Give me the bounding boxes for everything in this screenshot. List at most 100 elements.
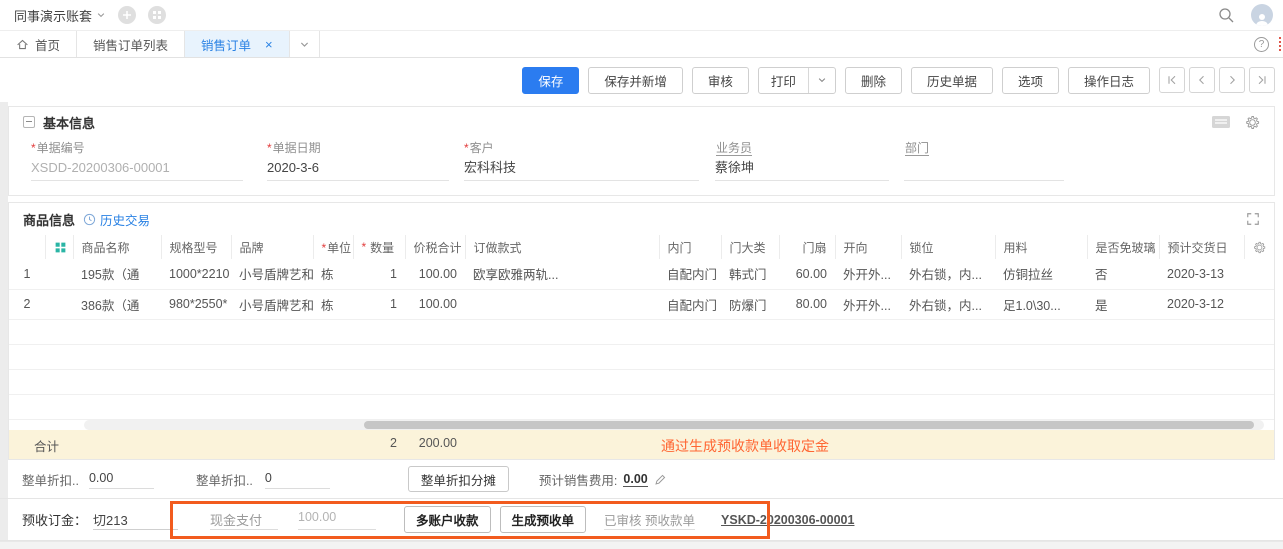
cell-unit[interactable]: 栋	[313, 289, 353, 319]
record-navigation	[1159, 67, 1275, 93]
col-header-glass-free: 是否免玻璃	[1087, 235, 1159, 259]
tab-home[interactable]: 首页	[0, 31, 77, 57]
cell-unit[interactable]: 栋	[313, 259, 353, 289]
operation-log-button[interactable]: 操作日志	[1068, 67, 1150, 94]
field-label: 客户	[470, 141, 494, 155]
cell-inner-door[interactable]: 自配内门	[659, 289, 721, 319]
tab-sales-order-list[interactable]: 销售订单列表	[77, 31, 185, 57]
chevron-down-icon	[96, 10, 106, 20]
multi-account-receive-button[interactable]: 多账户收款	[404, 506, 491, 533]
cell-lock-pos[interactable]: 外右锁，内...	[901, 259, 995, 289]
cell-glass-free[interactable]: 是	[1087, 289, 1159, 319]
print-dropdown[interactable]	[808, 68, 835, 93]
cell-lock-pos[interactable]: 外右锁，内...	[901, 289, 995, 319]
cell-open-dir[interactable]: 外开外...	[835, 259, 901, 289]
cell-delivery-date[interactable]: 2020-3-13	[1159, 259, 1244, 289]
col-header-name: 商品名称	[73, 235, 161, 259]
audit-button[interactable]: 审核	[692, 67, 749, 94]
cell-spec[interactable]: 980*2550*	[161, 289, 231, 319]
cell-door-class[interactable]: 防爆门	[721, 289, 779, 319]
cell-inner-door[interactable]: 自配内门	[659, 259, 721, 289]
collapse-icon[interactable]	[23, 116, 35, 128]
generate-advance-receipt-button[interactable]: 生成预收单	[500, 506, 587, 533]
gear-icon[interactable]	[1245, 115, 1260, 130]
field-salesperson: 业务员 蔡徐坤	[715, 139, 889, 181]
last-record-button[interactable]	[1249, 67, 1275, 93]
tab-label: 销售订单列表	[93, 35, 168, 54]
cell-material[interactable]: 仿铜拉丝	[995, 259, 1087, 289]
options-button[interactable]: 选项	[1002, 67, 1059, 94]
cash-pay-input[interactable]: 100.00	[298, 510, 376, 530]
col-header-open-dir: 开向	[835, 235, 901, 259]
field-label-link[interactable]: 业务员	[716, 141, 752, 156]
deposit-input[interactable]: 切213	[93, 510, 178, 530]
cell-delivery-date[interactable]: 2020-3-12	[1159, 289, 1244, 319]
cell-qty[interactable]: 1	[353, 289, 405, 319]
page-gutter	[0, 102, 8, 540]
deposit-hint-text: 通过生成预收款单收取定金	[661, 436, 829, 456]
next-record-button[interactable]	[1219, 67, 1245, 93]
save-button[interactable]: 保存	[522, 67, 579, 94]
cell-door-class[interactable]: 韩式门	[721, 259, 779, 289]
col-header-style: 订做款式	[465, 235, 659, 259]
cell-door-leaf[interactable]: 80.00	[779, 289, 835, 319]
scrollbar-thumb[interactable]	[364, 421, 1254, 429]
keyboard-icon[interactable]	[1211, 115, 1231, 129]
totals-label: 合计	[34, 436, 59, 455]
search-icon[interactable]	[1218, 7, 1235, 24]
cell-name[interactable]: 386款（通	[73, 289, 161, 319]
print-label[interactable]: 打印	[759, 71, 808, 90]
home-icon	[16, 38, 29, 51]
cell-brand[interactable]: 小号盾牌艺和	[231, 259, 313, 289]
first-page-icon	[1166, 74, 1178, 86]
salesperson-input[interactable]: 蔡徐坤	[715, 157, 889, 181]
cell-amount[interactable]: 100.00	[405, 259, 465, 289]
discount-share-button[interactable]: 整单折扣分摊	[408, 466, 509, 492]
history-trade-link[interactable]: 历史交易	[83, 210, 150, 229]
apps-button[interactable]	[148, 6, 166, 24]
history-docs-button[interactable]: 历史单据	[911, 67, 993, 94]
field-label-link[interactable]: 部门	[905, 141, 929, 156]
field-doc-number: *单据编号 XSDD-20200306-00001	[31, 139, 243, 181]
row-index: 1	[9, 259, 45, 289]
discount-rate-input[interactable]: 0	[265, 469, 330, 489]
table-row: 2 386款（通 980*2550* 小号盾牌艺和 栋 1 100.00 自配内…	[9, 289, 1274, 319]
add-account-button[interactable]	[118, 6, 136, 24]
doc-number-input[interactable]: XSDD-20200306-00001	[31, 157, 243, 181]
cell-qty[interactable]: 1	[353, 259, 405, 289]
field-customer: *客户 宏科科技	[464, 139, 699, 181]
cell-open-dir[interactable]: 外开外...	[835, 289, 901, 319]
row-index: 2	[9, 289, 45, 319]
close-tab-icon[interactable]: ×	[265, 37, 273, 52]
save-and-new-button[interactable]: 保存并新增	[588, 67, 683, 94]
tab-dropdown-button[interactable]	[290, 31, 320, 57]
account-selector[interactable]: 同事演示账套	[14, 6, 106, 25]
help-icon[interactable]: ?	[1254, 37, 1269, 52]
column-settings-gear-icon[interactable]	[1253, 241, 1266, 254]
deposit-label: 预收订金：	[22, 510, 87, 529]
delete-button[interactable]: 删除	[845, 67, 902, 94]
batch-add-icon[interactable]	[54, 241, 67, 254]
tab-sales-order[interactable]: 销售订单 ×	[185, 31, 290, 57]
cell-style[interactable]: 欧享欧雅两轨...	[465, 259, 659, 289]
expand-icon[interactable]	[1246, 212, 1260, 226]
cell-spec[interactable]: 1000*2210	[161, 259, 231, 289]
advance-receipt-doc-link[interactable]: YSKD-20200306-00001	[721, 513, 854, 527]
discount-amount-input[interactable]: 0.00	[89, 469, 154, 489]
cell-style[interactable]	[465, 289, 659, 319]
doc-date-input[interactable]: 2020-3-6	[267, 157, 449, 181]
cell-brand[interactable]: 小号盾牌艺和	[231, 289, 313, 319]
cell-name[interactable]: 195款（通	[73, 259, 161, 289]
cell-material[interactable]: 足1.0\30...	[995, 289, 1087, 319]
print-button[interactable]: 打印	[758, 67, 836, 94]
cell-door-leaf[interactable]: 60.00	[779, 259, 835, 289]
department-input[interactable]	[904, 157, 1064, 181]
customer-input[interactable]: 宏科科技	[464, 157, 699, 181]
avatar[interactable]	[1251, 4, 1273, 26]
cell-glass-free[interactable]: 否	[1087, 259, 1159, 289]
sales-fee-value[interactable]: 0.00	[623, 472, 647, 487]
prev-record-button[interactable]	[1189, 67, 1215, 93]
cell-amount[interactable]: 100.00	[405, 289, 465, 319]
first-record-button[interactable]	[1159, 67, 1185, 93]
edit-pencil-icon[interactable]	[654, 473, 667, 486]
